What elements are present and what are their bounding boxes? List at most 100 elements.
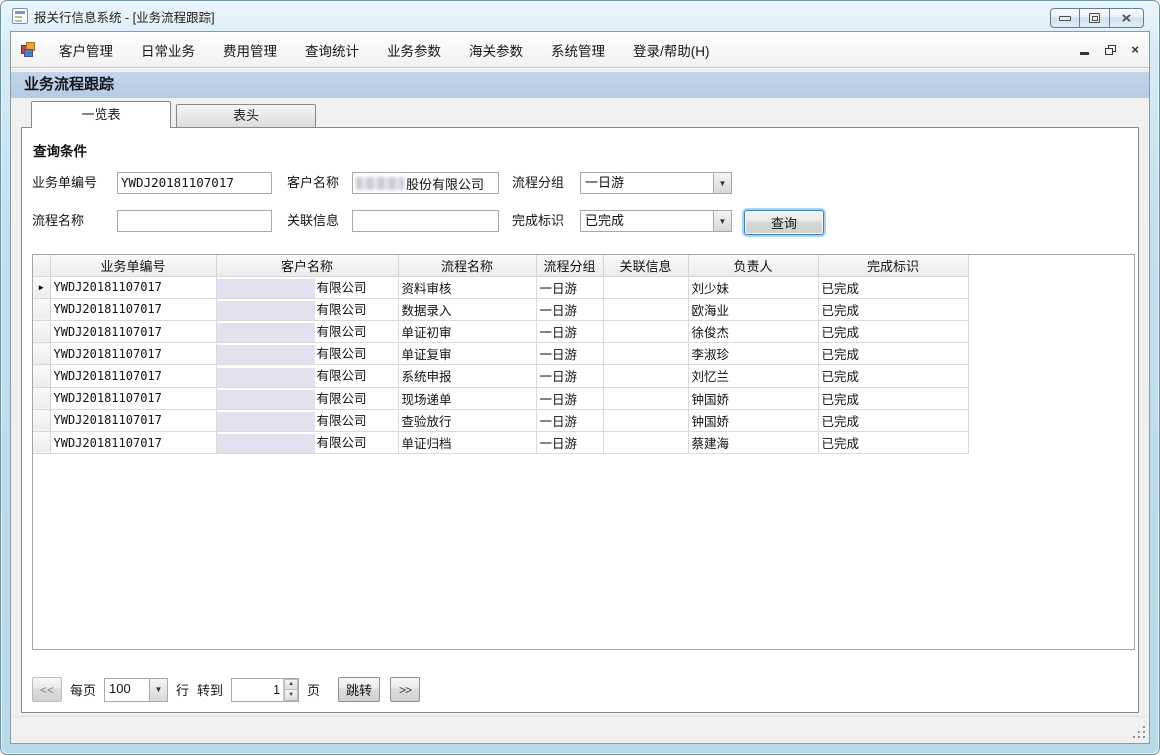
menu-item[interactable]: 业务参数 xyxy=(373,35,455,65)
grid-body: ►YWDJ20181107017有限公司资料审核一日游刘少妹已完成YWDJ201… xyxy=(33,276,968,454)
page-number-value: 1 xyxy=(232,679,283,701)
table-cell: 一日游 xyxy=(536,365,603,387)
row-selector[interactable] xyxy=(33,431,50,453)
row-selector[interactable] xyxy=(33,298,50,320)
table-cell: 徐俊杰 xyxy=(688,320,818,342)
status-combo-value: 已完成 xyxy=(581,211,713,231)
last-page-button[interactable]: >> xyxy=(390,677,420,702)
table-cell: YWDJ20181107017 xyxy=(50,343,216,365)
table-row[interactable]: YWDJ20181107017有限公司数据录入一日游欧海业已完成 xyxy=(33,298,968,320)
tab-control: 一览表 表头 查询条件 业务单编号 YWDJ20181107017 客户名称 股… xyxy=(21,101,1139,713)
table-cell: 已完成 xyxy=(818,298,968,320)
row-selector[interactable] xyxy=(33,365,50,387)
order-no-input[interactable]: YWDJ20181107017 xyxy=(117,172,272,194)
table-cell: 有限公司 xyxy=(216,276,398,298)
column-header[interactable]: 完成标识 xyxy=(818,255,968,276)
resize-grip-icon[interactable] xyxy=(1133,726,1146,739)
table-cell: 已完成 xyxy=(818,387,968,409)
tab-header-view[interactable]: 表头 xyxy=(176,104,316,127)
table-cell: 一日游 xyxy=(536,409,603,431)
menu-item[interactable]: 海关参数 xyxy=(455,35,537,65)
chevron-down-icon[interactable]: ▼ xyxy=(713,211,731,231)
row-selector[interactable] xyxy=(33,320,50,342)
table-cell: 已完成 xyxy=(818,343,968,365)
column-header[interactable]: 流程名称 xyxy=(398,255,536,276)
spin-down-icon[interactable]: ▼ xyxy=(284,689,298,701)
table-row[interactable]: YWDJ20181107017有限公司查验放行一日游钟国娇已完成 xyxy=(33,409,968,431)
page-number-spinner[interactable]: 1 ▲ ▼ xyxy=(231,678,299,702)
column-header[interactable]: 负责人 xyxy=(688,255,818,276)
table-cell: 单证初审 xyxy=(398,320,536,342)
mdi-close-button[interactable]: × xyxy=(1131,43,1139,56)
redacted-block xyxy=(217,368,315,387)
first-page-button[interactable]: << xyxy=(32,677,62,702)
status-combo[interactable]: 已完成 ▼ xyxy=(580,210,732,232)
status-strip xyxy=(11,716,1149,743)
per-page-combo[interactable]: 100 ▼ xyxy=(104,678,168,702)
table-row[interactable]: YWDJ20181107017有限公司单证归档一日游蔡建海已完成 xyxy=(33,431,968,453)
row-selector[interactable] xyxy=(33,343,50,365)
table-cell xyxy=(603,365,688,387)
menu-item[interactable]: 查询统计 xyxy=(291,35,373,65)
table-row[interactable]: ►YWDJ20181107017有限公司资料审核一日游刘少妹已完成 xyxy=(33,276,968,298)
group-combo[interactable]: 一日游 ▼ xyxy=(580,172,732,194)
menu-item[interactable]: 费用管理 xyxy=(209,35,291,65)
mdi-restore-button[interactable] xyxy=(1105,45,1115,54)
close-icon: × xyxy=(1121,11,1131,26)
jump-button[interactable]: 跳转 xyxy=(338,677,380,702)
grid-header-row: 业务单编号客户名称流程名称流程分组关联信息负责人完成标识 xyxy=(33,255,968,276)
table-cell: 有限公司 xyxy=(216,343,398,365)
table-cell: 李淑珍 xyxy=(688,343,818,365)
table-cell: 有限公司 xyxy=(216,387,398,409)
table-cell: YWDJ20181107017 xyxy=(50,387,216,409)
process-input[interactable] xyxy=(117,210,272,232)
table-cell: YWDJ20181107017 xyxy=(50,409,216,431)
table-cell xyxy=(603,409,688,431)
menu-item[interactable]: 日常业务 xyxy=(127,35,209,65)
mdi-minimize-button[interactable] xyxy=(1080,52,1089,55)
related-input[interactable] xyxy=(352,210,499,232)
close-button[interactable]: × xyxy=(1110,8,1144,28)
titlebar[interactable]: 报关行信息系统 - [业务流程跟踪] × xyxy=(1,1,1159,31)
chevron-down-icon[interactable]: ▼ xyxy=(149,679,167,701)
group-combo-value: 一日游 xyxy=(581,173,713,193)
table-cell: YWDJ20181107017 xyxy=(50,431,216,453)
menu-item[interactable]: 客户管理 xyxy=(45,35,127,65)
spin-up-icon[interactable]: ▲ xyxy=(284,679,298,690)
tab-page: 查询条件 业务单编号 YWDJ20181107017 客户名称 股份有限公司 流… xyxy=(21,127,1139,713)
menu-item[interactable]: 登录/帮助(H) xyxy=(619,35,724,65)
row-selector[interactable] xyxy=(33,409,50,431)
minimize-button[interactable] xyxy=(1050,8,1080,28)
redacted-block xyxy=(217,390,315,409)
table-row[interactable]: YWDJ20181107017有限公司现场递单一日游钟国娇已完成 xyxy=(33,387,968,409)
menu-item[interactable]: 系统管理 xyxy=(537,35,619,65)
column-header[interactable]: 流程分组 xyxy=(536,255,603,276)
redacted-block xyxy=(217,434,315,453)
column-header[interactable]: 业务单编号 xyxy=(50,255,216,276)
row-selector[interactable]: ► xyxy=(33,276,50,298)
data-grid: 业务单编号客户名称流程名称流程分组关联信息负责人完成标识 ►YWDJ201811… xyxy=(32,254,1135,650)
table-cell: 钟国娇 xyxy=(688,409,818,431)
table-row[interactable]: YWDJ20181107017有限公司系统申报一日游刘忆兰已完成 xyxy=(33,365,968,387)
row-selector[interactable] xyxy=(33,387,50,409)
column-header[interactable]: 客户名称 xyxy=(216,255,398,276)
table-row[interactable]: YWDJ20181107017有限公司单证初审一日游徐俊杰已完成 xyxy=(33,320,968,342)
table-cell: YWDJ20181107017 xyxy=(50,298,216,320)
table-cell xyxy=(603,320,688,342)
table-cell: 蔡建海 xyxy=(688,431,818,453)
query-section-title: 查询条件 xyxy=(33,140,87,160)
table-cell: 一日游 xyxy=(536,320,603,342)
tab-list-view[interactable]: 一览表 xyxy=(31,101,171,128)
table-cell: 钟国娇 xyxy=(688,387,818,409)
per-page-label: 每页 xyxy=(70,680,96,699)
search-button[interactable]: 查询 xyxy=(744,210,824,235)
table-row[interactable]: YWDJ20181107017有限公司单证复审一日游李淑珍已完成 xyxy=(33,343,968,365)
column-header[interactable]: 关联信息 xyxy=(603,255,688,276)
table-cell: 有限公司 xyxy=(216,298,398,320)
pagination-bar: << 每页 100 ▼ 行 转到 1 ▲ ▼ 页 xyxy=(32,677,420,702)
chevron-down-icon[interactable]: ▼ xyxy=(713,173,731,193)
redacted-block xyxy=(217,279,315,298)
restore-button[interactable] xyxy=(1080,8,1110,28)
redacted-text-block xyxy=(356,177,404,190)
customer-input[interactable]: 股份有限公司 xyxy=(352,172,499,194)
